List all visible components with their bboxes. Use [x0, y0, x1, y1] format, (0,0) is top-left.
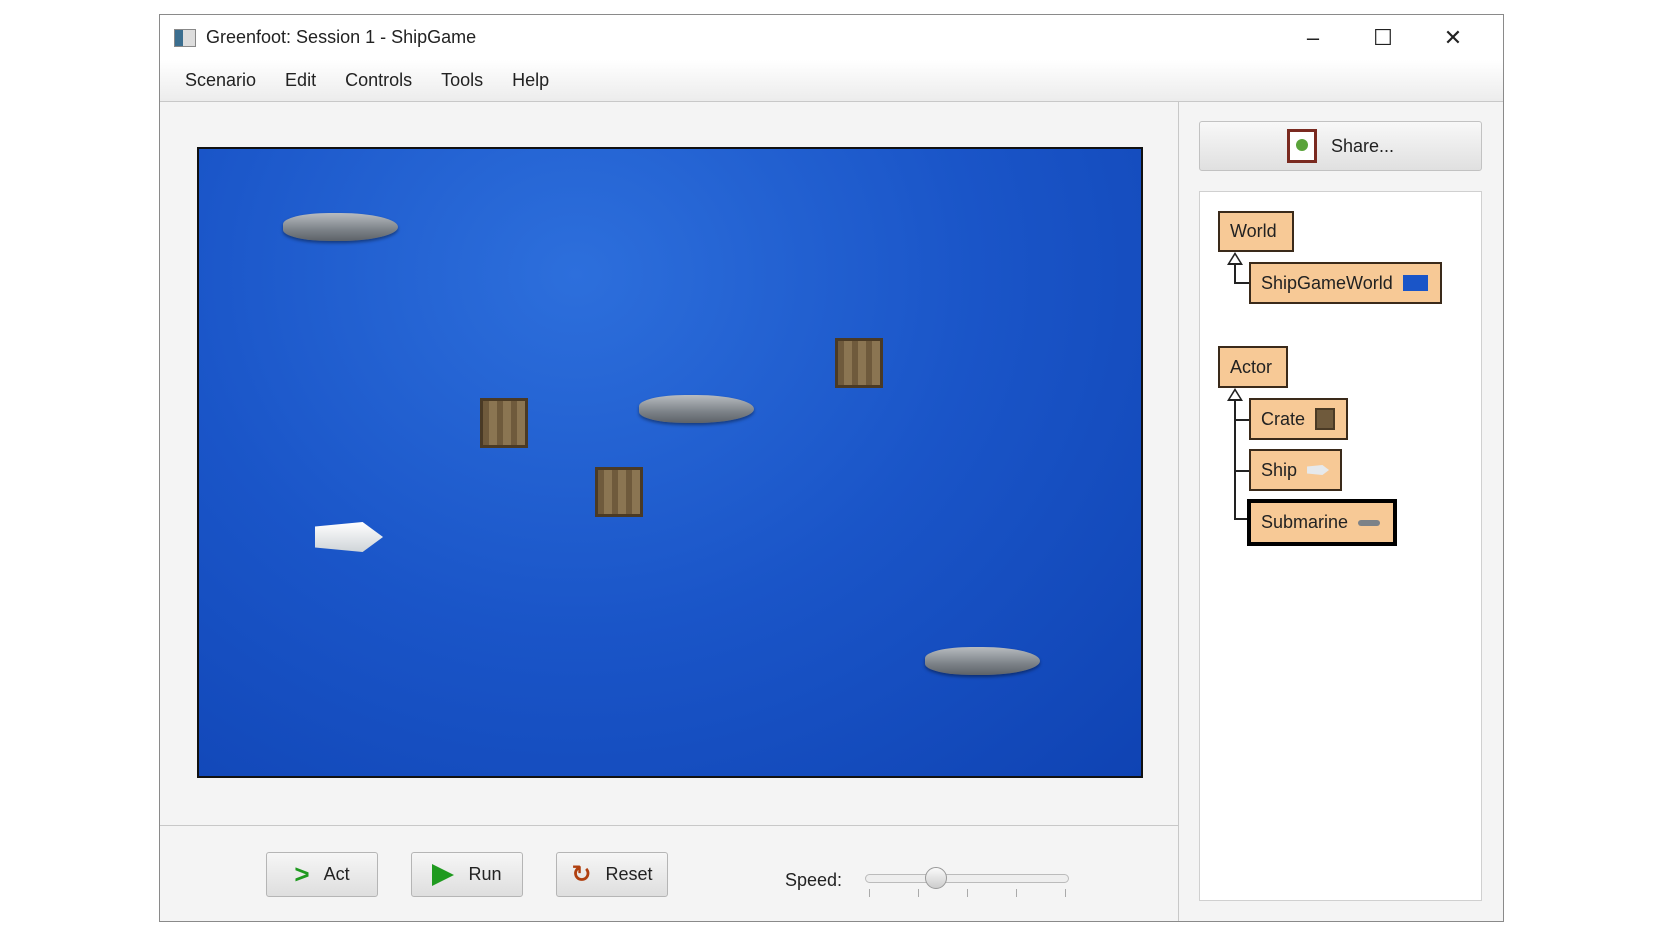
speed-label: Speed:: [785, 870, 843, 890]
ocean-thumbnail-icon: [1402, 275, 1428, 291]
act-button[interactable]: > Act: [266, 852, 378, 897]
speed-slider-thumb[interactable]: [925, 867, 947, 889]
reset-label: Reset: [605, 864, 653, 884]
greenfoot-window: Greenfoot: Session 1 - ShipGame – ☐ ✕ Sc…: [159, 14, 1504, 922]
submarine-actor[interactable]: [925, 647, 1040, 675]
share-button[interactable]: Share...: [1199, 121, 1482, 171]
greenfoot-app-icon: [174, 28, 196, 47]
menu-bar: Scenario Edit Controls Tools Help: [160, 60, 1503, 102]
class-submarine[interactable]: Submarine: [1247, 499, 1397, 546]
ship-thumbnail-icon: [1307, 465, 1330, 475]
play-icon: [432, 863, 455, 886]
act-label: Act: [323, 864, 350, 884]
title-bar: Greenfoot: Session 1 - ShipGame – ☐ ✕: [160, 15, 1503, 60]
inheritance-arrow-icon: [1227, 388, 1243, 401]
crate-actor[interactable]: [480, 398, 528, 448]
easel-icon: [1286, 129, 1317, 163]
connector: [1234, 265, 1236, 283]
run-label: Run: [468, 864, 502, 884]
slider-tick: [869, 889, 870, 897]
slider-tick: [1065, 889, 1066, 897]
class-ship[interactable]: Ship: [1249, 449, 1342, 491]
class-label: ShipGameWorld: [1261, 272, 1393, 293]
class-actor[interactable]: Actor: [1218, 346, 1288, 388]
share-label: Share...: [1330, 135, 1395, 156]
run-button[interactable]: Run: [411, 852, 523, 897]
submarine-thumbnail-icon: [1358, 519, 1381, 526]
class-diagram-panel: World ShipGameWorld Actor Crate Ship Sub…: [1199, 191, 1482, 901]
class-label: Submarine: [1261, 512, 1349, 532]
connector: [1234, 419, 1250, 421]
slider-tick: [1016, 889, 1017, 897]
maximize-button[interactable]: ☐: [1348, 15, 1418, 60]
speed-slider[interactable]: [865, 874, 1069, 883]
class-label: Actor: [1230, 356, 1273, 377]
crate-actor[interactable]: [595, 467, 643, 517]
menu-controls[interactable]: Controls: [345, 70, 412, 91]
menu-edit[interactable]: Edit: [285, 70, 316, 91]
class-label: World: [1230, 221, 1277, 241]
reset-button[interactable]: ↻ Reset: [556, 852, 668, 897]
connector: [1234, 282, 1250, 284]
world-canvas[interactable]: [197, 147, 1143, 778]
menu-scenario[interactable]: Scenario: [185, 70, 256, 91]
window-title: Greenfoot: Session 1 - ShipGame: [206, 27, 477, 47]
class-label: Ship: [1261, 459, 1298, 480]
divider: [160, 825, 1178, 826]
class-shipgameworld[interactable]: ShipGameWorld: [1249, 262, 1442, 304]
minimize-button[interactable]: –: [1278, 15, 1348, 60]
reset-icon: ↻: [571, 861, 592, 888]
act-icon: >: [294, 859, 310, 889]
crate-thumbnail-icon: [1315, 408, 1336, 430]
close-button[interactable]: ✕: [1418, 15, 1488, 60]
class-crate[interactable]: Crate: [1249, 398, 1348, 440]
slider-tick: [918, 889, 919, 897]
slider-tick: [967, 889, 968, 897]
crate-actor[interactable]: [835, 338, 883, 388]
class-label: Crate: [1261, 408, 1306, 429]
ship-actor[interactable]: [315, 522, 383, 552]
divider: [1178, 102, 1179, 921]
connector: [1234, 470, 1250, 472]
submarine-actor[interactable]: [283, 213, 398, 241]
menu-tools[interactable]: Tools: [441, 70, 483, 91]
submarine-actor[interactable]: [639, 395, 754, 423]
menu-help[interactable]: Help: [512, 70, 549, 91]
class-world[interactable]: World: [1218, 211, 1294, 252]
inheritance-arrow-icon: [1227, 252, 1243, 265]
